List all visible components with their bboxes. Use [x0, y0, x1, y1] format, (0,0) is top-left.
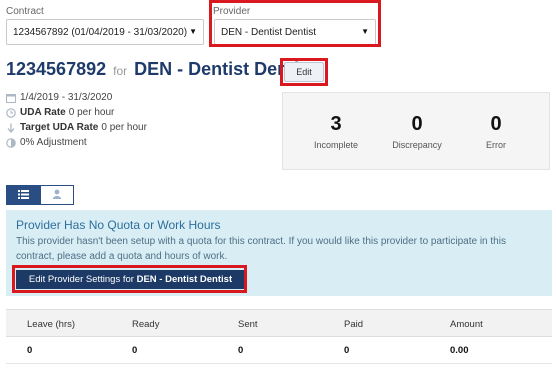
stat-discrepancy: 0 Discrepancy — [377, 113, 457, 150]
adjustment-icon — [6, 137, 16, 148]
stat-value: 3 — [330, 113, 342, 135]
stat-caption: Incomplete — [313, 140, 359, 150]
clock-icon — [6, 107, 16, 118]
adjustment-row: 0% Adjustment — [6, 137, 87, 148]
stat-value: 0 — [490, 113, 502, 135]
edit-highlight — [280, 58, 328, 86]
cell-ready: 0 — [132, 345, 138, 356]
alert-heading: Provider Has No Quota or Work Hours — [16, 218, 221, 232]
calendar-icon — [6, 93, 16, 103]
stat-error: 0 Error — [456, 113, 536, 150]
column-header: Ready — [132, 319, 160, 330]
date-range: 1/4/2019 - 31/3/2020 — [20, 92, 113, 103]
target-uda-rate-label: Target UDA Rate — [20, 122, 99, 133]
uda-rate-value: 0 per hour — [68, 107, 115, 118]
contract-number: 1234567892 — [6, 59, 107, 79]
edit-provider-settings-highlight — [12, 265, 247, 293]
for-text: for — [113, 64, 128, 78]
arrow-down-icon — [6, 123, 16, 133]
column-header: Leave (hrs) — [27, 319, 76, 330]
table-header: Leave (hrs) Ready Sent Paid Amount — [6, 309, 552, 337]
user-icon — [52, 186, 62, 204]
provider-highlight — [209, 0, 381, 47]
user-view-button[interactable] — [40, 185, 74, 205]
adjustment: 0% Adjustment — [20, 137, 87, 148]
column-header: Paid — [344, 319, 364, 330]
contract-label: Contract — [6, 6, 44, 17]
uda-rate-label: UDA Rate — [20, 107, 66, 118]
page-title: 1234567892 for DEN - Dentist Dentist — [6, 59, 315, 80]
uda-rate-row: UDA Rate 0 per hour — [6, 107, 114, 118]
column-header: Amount — [450, 319, 483, 330]
stat-value: 0 — [411, 113, 423, 135]
target-uda-rate-row: Target UDA Rate 0 per hour — [6, 122, 147, 133]
contract-select[interactable]: 1234567892 (01/04/2019 - 31/03/2020) ▼ — [6, 19, 204, 45]
stats-panel: 3 Incomplete 0 Discrepancy 0 Error — [282, 92, 550, 170]
stat-incomplete: 3 Incomplete — [296, 113, 376, 150]
cell-sent: 0 — [238, 345, 244, 356]
contract-select-value: 1234567892 (01/04/2019 - 31/03/2020) — [13, 26, 188, 38]
stat-caption: Discrepancy — [392, 140, 442, 150]
alert-body: This provider hasn't been setup with a q… — [16, 236, 506, 262]
column-header: Sent — [238, 319, 258, 330]
list-icon — [17, 186, 29, 204]
summary-table: Leave (hrs) Ready Sent Paid Amount 0 0 0… — [6, 309, 552, 364]
stat-caption: Error — [486, 140, 506, 150]
cell-paid: 0 — [344, 345, 350, 356]
list-view-button[interactable] — [6, 185, 40, 205]
caret-down-icon: ▼ — [189, 27, 197, 36]
target-uda-rate-value: 0 per hour — [101, 122, 147, 133]
date-range-row: 1/4/2019 - 31/3/2020 — [6, 92, 112, 103]
table-row: 0 0 0 0 0.00 — [6, 337, 552, 364]
cell-amount: 0.00 — [450, 345, 469, 356]
cell-leave: 0 — [27, 345, 33, 356]
